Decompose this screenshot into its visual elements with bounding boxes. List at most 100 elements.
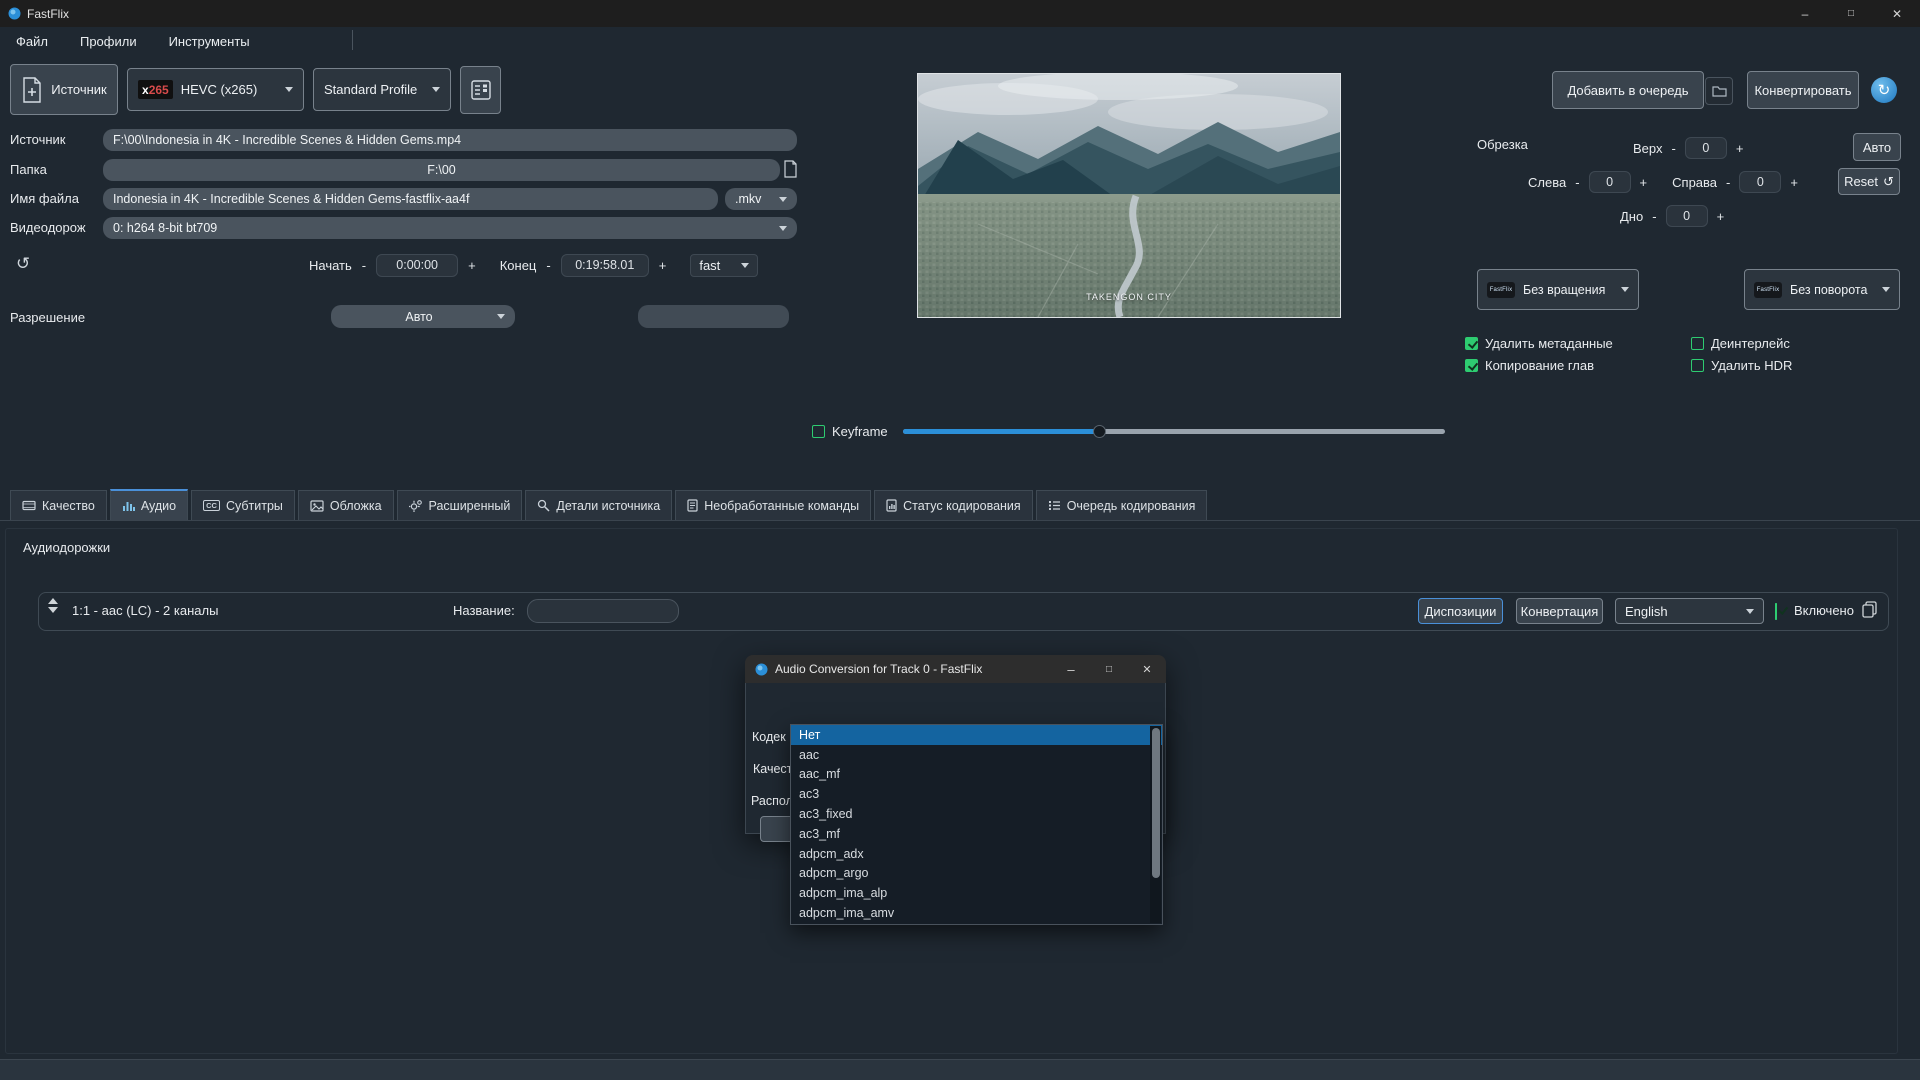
codec-option[interactable]: ac3 — [791, 784, 1162, 804]
start-time-input[interactable] — [376, 254, 458, 277]
move-down-icon[interactable] — [48, 607, 58, 613]
codec-option[interactable]: aac_mf — [791, 765, 1162, 785]
crop-left-plus[interactable]: + — [1640, 175, 1648, 190]
resolution-select[interactable]: Авто — [331, 305, 515, 328]
dialog-maximize-button[interactable]: □ — [1090, 655, 1128, 683]
copy-track-icon[interactable] — [1862, 601, 1877, 618]
tab-encoding-status[interactable]: Статус кодирования — [874, 490, 1033, 520]
tab-raw-commands[interactable]: Необработанные команды — [675, 490, 871, 520]
crop-left-input[interactable] — [1589, 171, 1631, 193]
speed-value: fast — [699, 258, 720, 273]
menu-tools[interactable]: Инструменты — [153, 34, 266, 49]
tab-encoding-queue[interactable]: Очередь кодирования — [1036, 490, 1208, 520]
crop-top-input[interactable] — [1685, 137, 1727, 159]
speed-select[interactable]: fast — [690, 254, 758, 277]
convert-button[interactable]: Конвертировать — [1747, 71, 1859, 109]
video-track-select[interactable]: 0: h264 8-bit bt709 — [103, 217, 797, 239]
crop-bottom-input[interactable] — [1666, 205, 1708, 227]
remove-metadata-checkbox[interactable] — [1465, 337, 1478, 350]
minimize-button[interactable]: – — [1782, 0, 1828, 27]
audio-icon — [122, 499, 135, 512]
rotation-select[interactable]: FastFlix Без вращения — [1477, 269, 1639, 310]
folder-input[interactable] — [103, 159, 780, 181]
crop-right-plus[interactable]: + — [1790, 175, 1798, 190]
profile-list-button[interactable] — [460, 66, 501, 114]
popup-scrollbar-thumb[interactable] — [1152, 728, 1160, 878]
remove-metadata-label: Удалить метаданные — [1485, 336, 1613, 351]
tab-audio[interactable]: Аудио — [110, 489, 188, 520]
crop-top-minus[interactable]: - — [1672, 141, 1676, 156]
track-name-input[interactable] — [527, 599, 679, 623]
crop-top-row: Верх - + — [1633, 137, 1743, 159]
dispositions-button[interactable]: Диспозиции — [1418, 598, 1503, 624]
dialog-app-icon — [755, 663, 768, 676]
codec-option[interactable]: adpcm_adx — [791, 844, 1162, 864]
close-button[interactable]: ✕ — [1874, 0, 1920, 27]
option-deinterlace[interactable]: Деинтерлейс — [1691, 336, 1790, 351]
crop-left-minus[interactable]: - — [1575, 175, 1579, 190]
codec-option[interactable]: adpcm_ima_amv — [791, 903, 1162, 923]
codec-option[interactable]: adpcm_argo — [791, 864, 1162, 884]
option-remove-metadata[interactable]: Удалить метаданные — [1465, 336, 1613, 351]
option-copy-chapters[interactable]: Копирование глав — [1465, 358, 1594, 373]
flip-select[interactable]: FastFlix Без поворота — [1744, 269, 1900, 310]
source-input[interactable] — [103, 129, 797, 151]
filename-input[interactable] — [103, 188, 718, 210]
audio-section-title: Аудиодорожки — [23, 540, 110, 555]
crop-reset-button[interactable]: Reset ↺ — [1838, 168, 1900, 195]
tab-advanced[interactable]: Расширенный — [397, 490, 523, 520]
dialog-close-button[interactable]: ✕ — [1128, 655, 1166, 683]
keyframe-checkbox[interactable] — [812, 425, 825, 438]
codec-option[interactable]: ac3_fixed — [791, 804, 1162, 824]
end-time-input[interactable] — [561, 254, 649, 277]
window-title: FastFlix — [27, 7, 69, 21]
tab-source-details[interactable]: Детали источника — [525, 490, 672, 520]
crop-auto-button[interactable]: Авто — [1853, 133, 1901, 161]
codec-option[interactable]: aac — [791, 745, 1162, 765]
crop-bottom-minus[interactable]: - — [1652, 209, 1656, 224]
folder-browse-icon[interactable] — [783, 160, 798, 178]
add-to-queue-button[interactable]: Добавить в очередь — [1552, 71, 1704, 109]
preview-slider-track[interactable] — [903, 429, 1445, 434]
tab-quality[interactable]: Качество — [10, 490, 107, 520]
profile-select[interactable]: Standard Profile — [313, 68, 451, 111]
crop-bottom-plus[interactable]: + — [1717, 209, 1725, 224]
tab-bar: Качество Аудио CC Субтитры Обложка Расши… — [0, 490, 1920, 521]
popup-scrollbar[interactable] — [1150, 726, 1161, 923]
remove-hdr-checkbox[interactable] — [1691, 359, 1704, 372]
keyframe-toggle[interactable]: Keyframe — [812, 424, 888, 439]
tab-subtitles[interactable]: CC Субтитры — [191, 490, 295, 520]
preview-slider-handle[interactable] — [1093, 425, 1106, 438]
start-plus[interactable]: + — [468, 258, 476, 273]
option-remove-hdr[interactable]: Удалить HDR — [1691, 358, 1792, 373]
start-minus[interactable]: - — [362, 258, 366, 273]
crop-auto-label: Авто — [1863, 140, 1891, 155]
undo-icon[interactable]: ↺ — [16, 254, 30, 274]
codec-option[interactable]: ac3_mf — [791, 824, 1162, 844]
language-select[interactable]: English — [1615, 598, 1764, 624]
tab-cover[interactable]: Обложка — [298, 490, 394, 520]
maximize-button[interactable]: □ — [1828, 0, 1874, 27]
menu-profiles[interactable]: Профили — [64, 34, 153, 49]
crop-right-minus[interactable]: - — [1726, 175, 1730, 190]
video-preview: TAKENGON CITY — [917, 73, 1341, 318]
crop-right-input[interactable] — [1739, 171, 1781, 193]
extension-select[interactable]: .mkv — [725, 188, 797, 210]
source-button[interactable]: Источник — [10, 64, 118, 115]
dialog-minimize-button[interactable]: – — [1052, 655, 1090, 683]
codec-select[interactable]: x 265 HEVC (x265) — [127, 68, 304, 111]
conversion-button[interactable]: Конвертация — [1516, 598, 1603, 624]
menu-file[interactable]: Файл — [0, 34, 64, 49]
codec-option[interactable]: Нет — [791, 725, 1162, 745]
end-minus[interactable]: - — [546, 258, 550, 273]
end-plus[interactable]: + — [659, 258, 667, 273]
move-up-icon[interactable] — [48, 598, 58, 604]
crop-top-plus[interactable]: + — [1736, 141, 1744, 156]
cover-image-icon — [310, 500, 324, 512]
copy-chapters-checkbox[interactable] — [1465, 359, 1478, 372]
codec-option[interactable]: adpcm_ima_alp — [791, 883, 1162, 903]
tab-audio-label: Аудио — [141, 499, 176, 513]
deinterlace-checkbox[interactable] — [1691, 337, 1704, 350]
track-enabled-checkbox[interactable] — [1775, 603, 1777, 620]
queue-folder-icon[interactable] — [1705, 77, 1733, 105]
